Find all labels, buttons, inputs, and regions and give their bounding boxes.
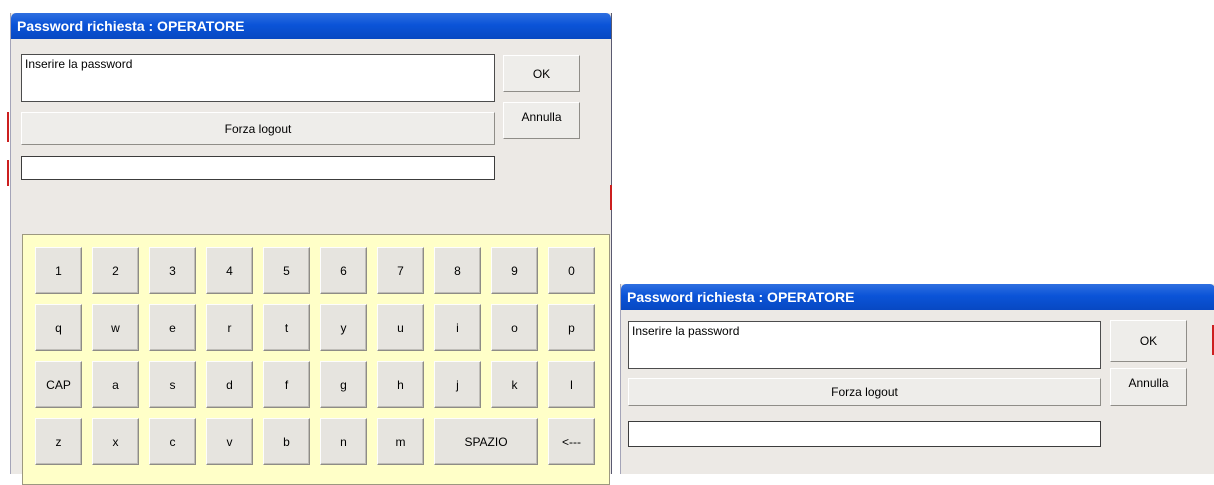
key-a[interactable]: a <box>92 361 139 408</box>
force-logout-label: Forza logout <box>224 121 292 136</box>
message-text-small: Inserire la password <box>632 324 740 338</box>
left-window-edge-lower <box>7 160 9 186</box>
key-4[interactable]: 4 <box>206 247 253 294</box>
key-x[interactable]: x <box>92 418 139 465</box>
key-k[interactable]: k <box>491 361 538 408</box>
password-dialog-large: Password richiesta : OPERATORE Inserire … <box>10 13 612 485</box>
key-z[interactable]: z <box>35 418 82 465</box>
key-s[interactable]: s <box>149 361 196 408</box>
cancel-button-small[interactable]: Annulla <box>1110 368 1187 406</box>
message-box: Inserire la password <box>21 54 495 102</box>
key-d[interactable]: d <box>206 361 253 408</box>
on-screen-keyboard: 1 2 3 4 5 6 7 8 9 0 q w e r t y u i o p CAP a s d f g h j k l z x c v b n m S… <box>22 234 610 485</box>
key-1[interactable]: 1 <box>35 247 82 294</box>
key-m[interactable]: m <box>377 418 424 465</box>
password-input-small[interactable] <box>628 421 1101 447</box>
key-7[interactable]: 7 <box>377 247 424 294</box>
key-w[interactable]: w <box>92 304 139 351</box>
ok-button-label-small: OK <box>1139 334 1158 348</box>
key-b[interactable]: b <box>263 418 310 465</box>
message-text: Inserire la password <box>25 57 133 71</box>
key-j[interactable]: j <box>434 361 481 408</box>
key-v[interactable]: v <box>206 418 253 465</box>
key-t[interactable]: t <box>263 304 310 351</box>
key-o[interactable]: o <box>491 304 538 351</box>
dialog-title: Password richiesta : OPERATORE <box>11 13 611 39</box>
key-5[interactable]: 5 <box>263 247 310 294</box>
key-h[interactable]: h <box>377 361 424 408</box>
cancel-button-label: Annulla <box>521 110 562 124</box>
key-space[interactable]: SPAZIO <box>434 418 538 465</box>
message-box-small: Inserire la password <box>628 321 1101 369</box>
key-q[interactable]: q <box>35 304 82 351</box>
key-g[interactable]: g <box>320 361 367 408</box>
password-dialog-small: Password richiesta : OPERATORE Inserire … <box>620 284 1214 474</box>
ok-button-small[interactable]: OK <box>1110 320 1187 362</box>
key-0[interactable]: 0 <box>548 247 595 294</box>
password-input[interactable] <box>21 156 495 180</box>
cancel-button-label-small: Annulla <box>1128 376 1169 390</box>
key-2[interactable]: 2 <box>92 247 139 294</box>
key-backspace[interactable]: <--- <box>548 418 595 465</box>
key-r[interactable]: r <box>206 304 253 351</box>
key-3[interactable]: 3 <box>149 247 196 294</box>
dialog-title-small: Password richiesta : OPERATORE <box>621 284 1214 310</box>
cancel-button[interactable]: Annulla <box>503 102 580 139</box>
ok-button-label: OK <box>532 66 551 81</box>
key-e[interactable]: e <box>149 304 196 351</box>
force-logout-button[interactable]: Forza logout <box>21 112 495 145</box>
force-logout-label-small: Forza logout <box>831 385 898 399</box>
key-6[interactable]: 6 <box>320 247 367 294</box>
key-p[interactable]: p <box>548 304 595 351</box>
key-i[interactable]: i <box>434 304 481 351</box>
left-window-edge <box>7 112 9 142</box>
key-l[interactable]: l <box>548 361 595 408</box>
key-c[interactable]: c <box>149 418 196 465</box>
key-y[interactable]: y <box>320 304 367 351</box>
key-u[interactable]: u <box>377 304 424 351</box>
ok-button[interactable]: OK <box>503 55 580 92</box>
key-n[interactable]: n <box>320 418 367 465</box>
key-8[interactable]: 8 <box>434 247 481 294</box>
key-9[interactable]: 9 <box>491 247 538 294</box>
force-logout-button-small[interactable]: Forza logout <box>628 378 1101 406</box>
key-caps[interactable]: CAP <box>35 361 82 408</box>
key-f[interactable]: f <box>263 361 310 408</box>
right-window-edge <box>610 185 612 210</box>
